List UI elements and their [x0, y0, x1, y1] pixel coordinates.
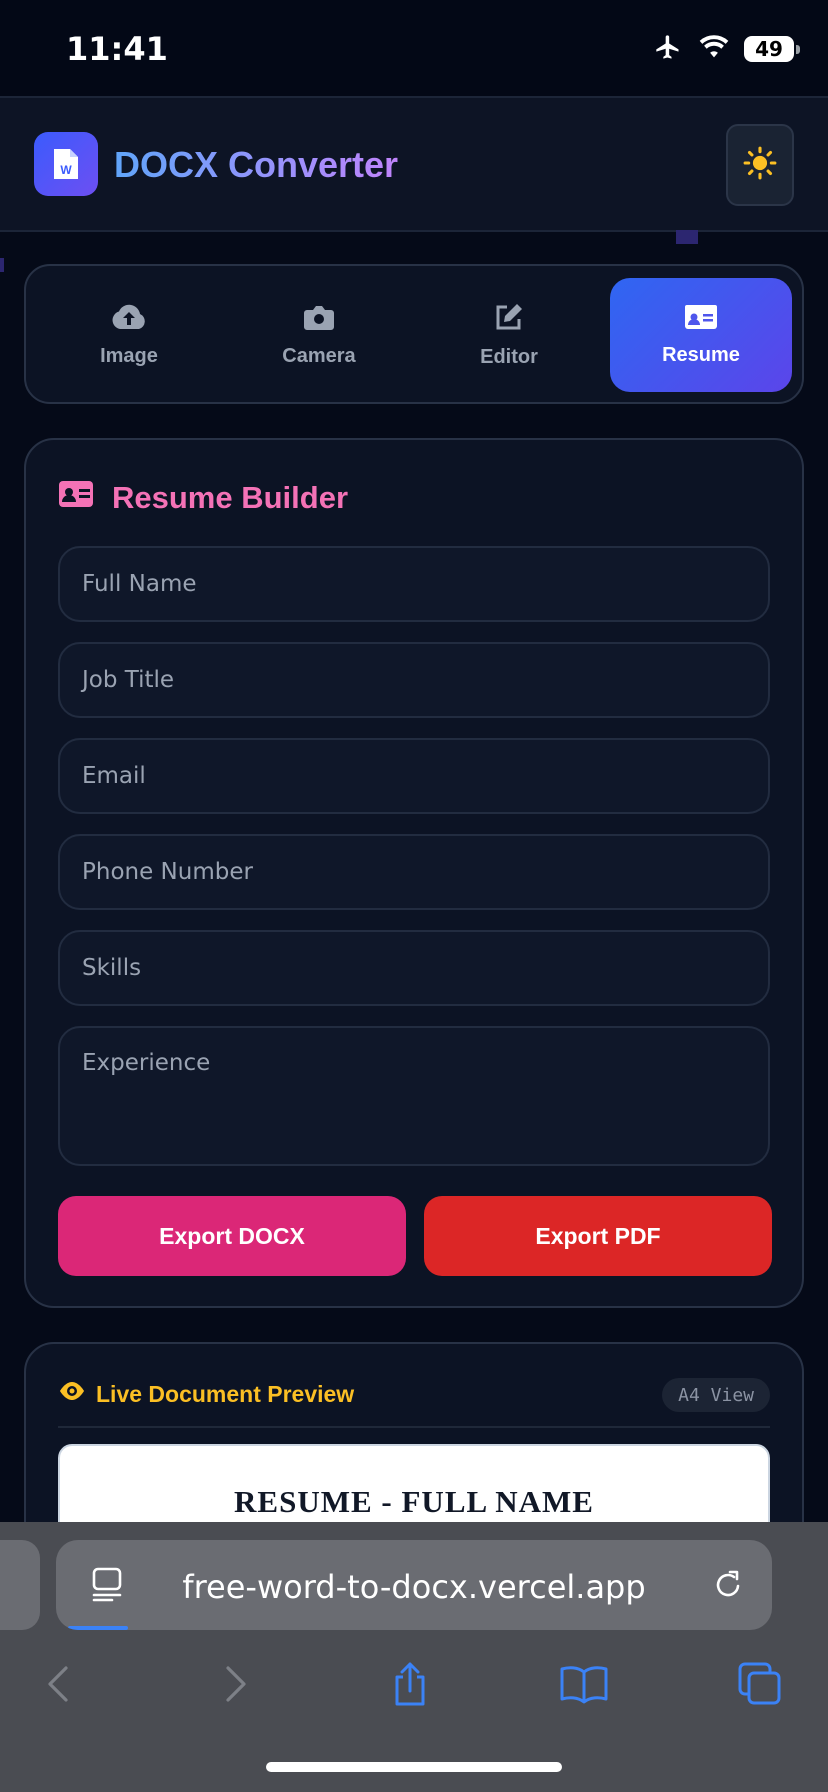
- previous-tab[interactable]: [0, 1540, 40, 1630]
- reload-icon[interactable]: [712, 1566, 746, 1607]
- tab-editor[interactable]: Editor: [418, 278, 600, 392]
- cloud-upload-icon: [111, 303, 147, 331]
- tab-resume[interactable]: Resume: [610, 278, 792, 392]
- email-field[interactable]: Email: [58, 738, 770, 814]
- battery-indicator: 49: [744, 36, 800, 62]
- edit-icon: [493, 302, 525, 332]
- browser-toolbar: free-word-to-docx.vercel.app: [0, 1522, 828, 1792]
- export-pdf-button[interactable]: Export PDF: [424, 1196, 772, 1276]
- divider: [58, 1426, 770, 1428]
- bookmarks-button[interactable]: [554, 1656, 614, 1716]
- id-card-icon: [684, 304, 718, 330]
- preview-title-text: Live Document Preview: [96, 1380, 355, 1407]
- phone-number-field[interactable]: Phone Number: [58, 834, 770, 910]
- word-doc-icon: W: [34, 132, 98, 196]
- home-indicator: [266, 1762, 562, 1772]
- export-docx-button[interactable]: Export DOCX: [58, 1196, 406, 1276]
- page-load-progress: [68, 1626, 128, 1630]
- full-name-field[interactable]: Full Name: [58, 546, 770, 622]
- browser-nav: [0, 1652, 828, 1732]
- eye-icon: [58, 1380, 86, 1408]
- theme-toggle-button[interactable]: [726, 124, 794, 206]
- decoration: [676, 230, 698, 244]
- status-icons: 49: [652, 32, 800, 66]
- tabs-button[interactable]: [730, 1656, 790, 1716]
- url-text: free-word-to-docx.vercel.app: [182, 1568, 646, 1606]
- svg-text:W: W: [60, 163, 72, 177]
- app-title: DOCX Converter: [114, 144, 399, 185]
- app-header: W DOCX Converter: [0, 96, 828, 232]
- book-icon: [559, 1664, 609, 1709]
- address-bar[interactable]: free-word-to-docx.vercel.app: [56, 1540, 772, 1630]
- decoration: [0, 258, 4, 272]
- document-heading: RESUME - FULL NAME: [234, 1484, 594, 1519]
- job-title-field[interactable]: Job Title: [58, 642, 770, 718]
- share-button[interactable]: [380, 1656, 440, 1716]
- airplane-icon: [652, 33, 684, 66]
- field-placeholder: Skills: [82, 955, 142, 981]
- tab-label: Camera: [282, 344, 356, 367]
- tab-label: Resume: [662, 343, 740, 366]
- field-placeholder: Email: [82, 763, 146, 789]
- tab-label: Image: [100, 344, 158, 367]
- field-placeholder: Experience: [82, 1050, 211, 1076]
- wifi-icon: [698, 34, 730, 65]
- status-time: 11:41: [66, 30, 168, 68]
- chevron-right-icon: [224, 1664, 248, 1709]
- a4-view-badge: A4 View: [662, 1378, 770, 1412]
- camera-icon: [303, 303, 335, 331]
- field-placeholder: Full Name: [82, 571, 197, 597]
- tab-camera[interactable]: Camera: [228, 278, 410, 392]
- id-card-icon: [58, 480, 94, 516]
- skills-field[interactable]: Skills: [58, 930, 770, 1006]
- tab-label: Editor: [480, 345, 538, 368]
- tabs-icon: [737, 1661, 783, 1712]
- tab-image[interactable]: Image: [38, 278, 220, 392]
- resume-builder-card: Resume Builder Full Name Job Title Email…: [24, 438, 804, 1308]
- card-title-text: Resume Builder: [112, 480, 349, 515]
- back-button[interactable]: [28, 1656, 88, 1716]
- preview-heading: Live Document Preview: [58, 1380, 354, 1408]
- experience-textarea[interactable]: Experience: [58, 1026, 770, 1166]
- resume-builder-heading: Resume Builder: [58, 480, 348, 516]
- share-icon: [390, 1661, 430, 1712]
- chevron-left-icon: [46, 1664, 70, 1709]
- status-bar: 11:41 49: [0, 0, 828, 96]
- sun-icon: [743, 146, 777, 185]
- field-placeholder: Job Title: [82, 667, 175, 693]
- forward-button[interactable]: [206, 1656, 266, 1716]
- field-placeholder: Phone Number: [82, 859, 253, 885]
- mode-tabs: Image Camera Editor Resume: [24, 264, 804, 404]
